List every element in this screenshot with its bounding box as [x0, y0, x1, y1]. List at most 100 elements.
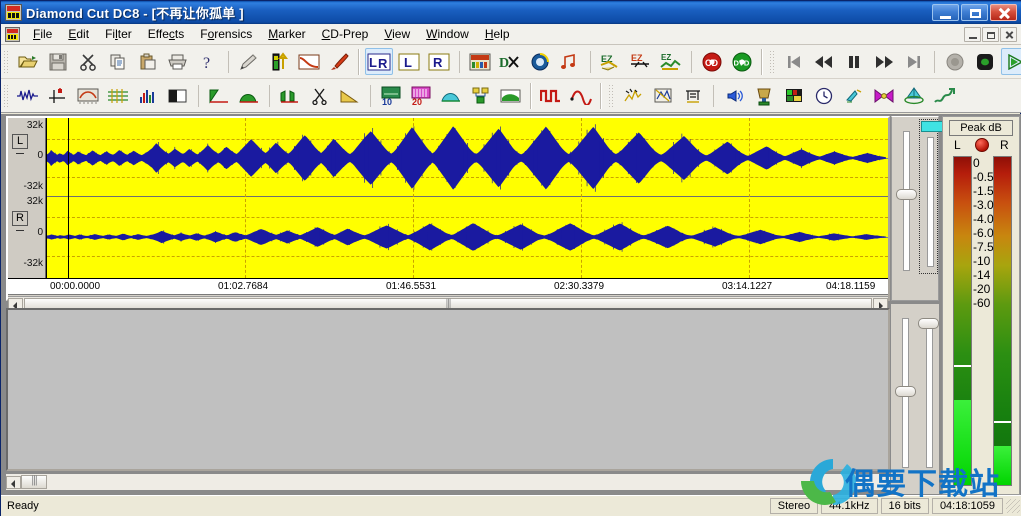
dynamics-icon[interactable]: [467, 82, 495, 109]
open-file-icon[interactable]: [14, 48, 42, 75]
meter-right-label: R: [1000, 138, 1009, 152]
menu-effects[interactable]: Effects: [140, 25, 192, 43]
transport-grip[interactable]: [769, 49, 776, 74]
menu-view[interactable]: View: [376, 25, 418, 43]
stereo-lr-icon[interactable]: LR: [365, 48, 393, 75]
cut-icon[interactable]: [74, 48, 102, 75]
vertical-zoom-slider-track[interactable]: [903, 131, 910, 271]
ez-cut-icon[interactable]: EZ: [627, 48, 655, 75]
toolbar-grip[interactable]: [3, 49, 10, 74]
pencil-tool-icon[interactable]: [235, 48, 263, 75]
menu-file[interactable]: File: [25, 25, 60, 43]
mdi-restore-button[interactable]: [982, 26, 999, 42]
dynamics-arrow-icon[interactable]: [930, 82, 958, 109]
fade-curve-icon[interactable]: [295, 48, 323, 75]
pause-icon[interactable]: [840, 48, 868, 75]
histogram-icon[interactable]: [134, 82, 162, 109]
mdi-minimize-button[interactable]: [964, 26, 981, 42]
menu-help[interactable]: Help: [477, 25, 518, 43]
waveform-canvas[interactable]: [46, 118, 888, 278]
scale-slider-track[interactable]: [926, 318, 933, 468]
decrackle-icon[interactable]: [649, 82, 677, 109]
mdi-hscrollbar[interactable]: |||: [6, 474, 890, 490]
declick-icon[interactable]: [619, 82, 647, 109]
scissors-icon[interactable]: [306, 82, 334, 109]
waveform-display[interactable]: 32k L 0 -32k 32k R 0 -32k: [8, 118, 888, 278]
contrast-icon[interactable]: [164, 82, 192, 109]
waveform-document-window: 32k L 0 -32k 32k R 0 -32k 00:00.0000 01:…: [6, 116, 890, 311]
normalize-icon[interactable]: [276, 82, 304, 109]
rewind-icon[interactable]: [810, 48, 838, 75]
mdi-hscroll-thumb[interactable]: |||: [21, 474, 47, 489]
print-icon[interactable]: [164, 48, 192, 75]
zoom-level-slider-track[interactable]: [927, 137, 934, 267]
ez-impulse-icon[interactable]: EZ: [657, 48, 685, 75]
record-icon[interactable]: [971, 48, 999, 75]
fast-forward-icon[interactable]: [870, 48, 898, 75]
dehiss-icon[interactable]: [720, 82, 748, 109]
menu-forensics[interactable]: Forensics: [192, 25, 260, 43]
bowtie-icon[interactable]: [870, 82, 898, 109]
grid-icon[interactable]: [104, 82, 132, 109]
fade-out-icon[interactable]: [205, 82, 233, 109]
playback-cursor[interactable]: [68, 118, 69, 278]
scale-slider-thumb[interactable]: [918, 318, 939, 329]
toolbar2-grip[interactable]: [3, 83, 10, 108]
mdi-scroll-left-arrow-icon[interactable]: [6, 475, 21, 489]
dvd-burn-icon[interactable]: DVD: [728, 48, 756, 75]
waveform-icon[interactable]: [14, 82, 42, 109]
ez-sweep-icon[interactable]: EZ: [597, 48, 625, 75]
vertical-zoom-slider-thumb[interactable]: [896, 189, 917, 200]
level-meter-icon[interactable]: [265, 48, 293, 75]
ramp-icon[interactable]: [336, 82, 364, 109]
spectrum-icon[interactable]: [526, 48, 554, 75]
mdi-close-button[interactable]: [1000, 26, 1017, 42]
close-button[interactable]: [990, 4, 1017, 21]
svg-text:R: R: [433, 55, 443, 70]
paintbrush-icon[interactable]: [325, 48, 353, 75]
menu-window[interactable]: Window: [418, 25, 477, 43]
skip-end-icon[interactable]: [900, 48, 928, 75]
resize-grip[interactable]: [1006, 499, 1020, 513]
virtual-valve-icon[interactable]: [900, 82, 928, 109]
noise-floor-icon[interactable]: [497, 82, 525, 109]
skip-start-icon[interactable]: [780, 48, 808, 75]
menu-marker[interactable]: Marker: [260, 25, 313, 43]
music-notes-icon[interactable]: [556, 48, 584, 75]
denoise-icon[interactable]: [679, 82, 707, 109]
help-question-icon[interactable]: ?: [194, 48, 222, 75]
filters-grip[interactable]: [608, 83, 615, 108]
ten-band-eq-icon[interactable]: 10: [377, 82, 405, 109]
square-wave-icon[interactable]: [537, 82, 565, 109]
menu-edit[interactable]: Edit: [60, 25, 97, 43]
pan-slider-thumb[interactable]: [895, 386, 916, 397]
minimize-button[interactable]: [932, 4, 959, 21]
right-channel-icon[interactable]: R: [425, 48, 453, 75]
paste-icon[interactable]: [134, 48, 162, 75]
time-ruler[interactable]: 00:00.0000 01:02.7684 01:46.5531 02:30.3…: [8, 278, 888, 295]
menu-cd-prep[interactable]: CD-Prep: [314, 25, 377, 43]
paragraphic-eq-icon[interactable]: [437, 82, 465, 109]
marker-add-icon[interactable]: [44, 82, 72, 109]
save-file-icon[interactable]: [44, 48, 72, 75]
twenty-band-eq-icon[interactable]: 20: [407, 82, 435, 109]
sine-wave-icon[interactable]: [567, 82, 595, 109]
zoom-panel-top: [891, 116, 945, 301]
multifilter-icon[interactable]: [466, 48, 494, 75]
filter-bucket-icon[interactable]: [750, 82, 778, 109]
maximize-button[interactable]: [961, 4, 988, 21]
toolbar-secondary: 10 20: [1, 79, 1021, 113]
dx-effects-icon[interactable]: D: [496, 48, 524, 75]
fade-in-icon[interactable]: [235, 82, 263, 109]
harmonics-icon[interactable]: [840, 82, 868, 109]
cd-burn-icon[interactable]: CD: [698, 48, 726, 75]
envelope-icon[interactable]: [74, 82, 102, 109]
spectral-edit-icon[interactable]: [780, 82, 808, 109]
left-channel-icon[interactable]: L: [395, 48, 423, 75]
play-icon[interactable]: [1001, 48, 1021, 75]
stop-icon[interactable]: [941, 48, 969, 75]
clip-indicator-led[interactable]: [975, 138, 989, 152]
copy-icon[interactable]: [104, 48, 132, 75]
menu-filter[interactable]: Filter: [97, 25, 140, 43]
clock-icon[interactable]: [810, 82, 838, 109]
